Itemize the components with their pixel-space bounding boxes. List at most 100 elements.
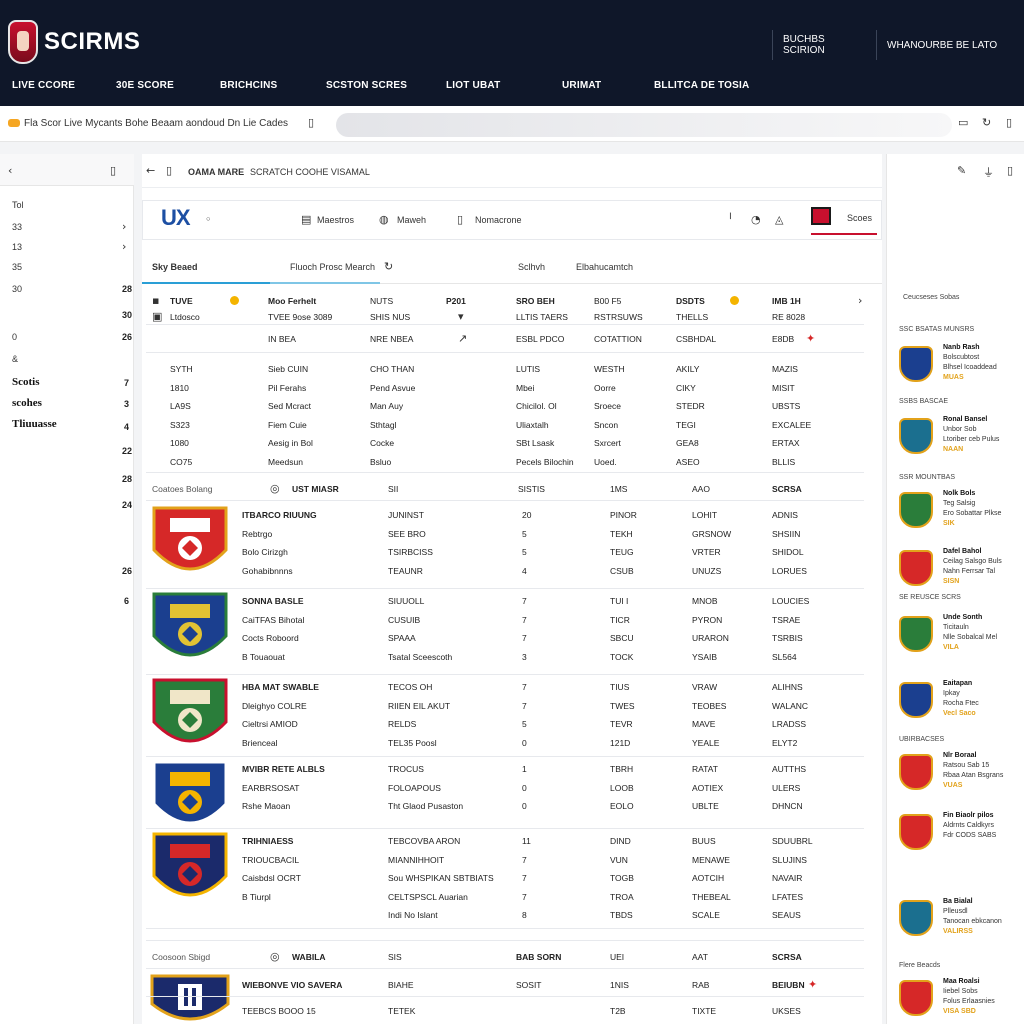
back-icon[interactable]: ←	[146, 164, 155, 177]
checkbox-icon[interactable]: ▪	[152, 294, 159, 307]
col-header[interactable]: DSDTS	[676, 296, 705, 306]
col-header[interactable]: TUVE	[170, 296, 193, 306]
section-header[interactable]: SISTIS	[518, 484, 545, 494]
toolbar-logo[interactable]: UX	[161, 205, 191, 231]
team-stat: 5	[522, 719, 527, 729]
team-stat: 7	[522, 614, 527, 625]
settings-icon[interactable]: ◦	[205, 213, 212, 226]
page-icon[interactable]: ▯	[110, 164, 116, 177]
chevron-right-icon[interactable]: ›	[122, 220, 126, 233]
team-stat: SDUUBRL	[772, 836, 813, 846]
left-label-scohes[interactable]: scohes	[12, 397, 42, 409]
sort-icon[interactable]: ▾	[458, 310, 464, 323]
top-link-left[interactable]: BUCHBS SCIRION	[772, 30, 868, 60]
page-icon[interactable]: ▯	[166, 164, 172, 177]
col-header[interactable]: SRO BEH	[516, 296, 555, 306]
team-name[interactable]: ITBARCO RIUUNG	[242, 510, 317, 520]
section-header[interactable]: UST MIASR	[292, 484, 339, 494]
left-num: &	[12, 354, 19, 364]
toolbar-score-label[interactable]: Scoes	[847, 213, 872, 223]
document-icon[interactable]: ▯	[457, 213, 463, 226]
right-list-item[interactable]: Nlr Boraal Ratsou Sab 15 Rbaa Atan Bsgrans…	[899, 750, 1023, 794]
col-header[interactable]: P201	[446, 296, 466, 306]
table-cell: CIKY	[676, 383, 696, 393]
brand-logo-icon[interactable]	[8, 20, 38, 64]
checkbox-icon[interactable]: ▣	[152, 310, 162, 323]
team-stat: JUNINST	[388, 510, 424, 520]
tab-sclhvh[interactable]: Sclhvh	[518, 262, 545, 272]
bookmark-icon[interactable]: ▯	[308, 116, 314, 129]
search-input[interactable]	[336, 113, 952, 137]
nav-item-bllitca[interactable]: BLLITCA DE TOSIA	[654, 80, 749, 91]
left-label-tliuuasse[interactable]: Tliuuasse	[12, 418, 57, 430]
chevron-right-icon[interactable]: ›	[858, 294, 862, 307]
toolbar-item-maweh[interactable]: Maweh	[397, 215, 426, 225]
pin-icon[interactable]: ╵	[727, 213, 734, 226]
section-header[interactable]: AAO	[692, 484, 710, 494]
section-header[interactable]: WABILA	[292, 952, 326, 962]
section-header[interactable]: SII	[388, 484, 398, 494]
settings-icon[interactable]: ◎	[270, 482, 280, 495]
back-icon[interactable]: ‹	[8, 164, 12, 177]
toolbar-item-maestros[interactable]: Maestros	[317, 215, 354, 225]
top-link-right[interactable]: WHANOURBE BE LATO	[876, 30, 1024, 60]
arrow-icon[interactable]: ↗	[458, 332, 467, 345]
chevron-right-icon[interactable]: ›	[122, 240, 126, 253]
team-stat: ALIHNS	[772, 682, 803, 692]
col-header[interactable]: IMB 1H	[772, 296, 801, 306]
team-name[interactable]: TRIHNIAESS	[242, 836, 293, 846]
right-caption: Flere Beacds	[899, 962, 941, 969]
nav-item-score[interactable]: 30E SCORE	[116, 80, 174, 91]
section-header[interactable]: SIS	[388, 952, 402, 962]
refresh-icon[interactable]: ↻	[982, 116, 991, 129]
nav-item-live-score[interactable]: LIVE CCORE	[12, 80, 75, 91]
col-header[interactable]: B00 F5	[594, 296, 621, 306]
tab-fluoch[interactable]: Fluoch Prosc Mearch	[290, 262, 375, 272]
table-cell: SYTH	[170, 364, 193, 374]
right-list-item[interactable]: Unde Sonth Ticitauln Nlle Sobalcal Mel VILA	[899, 612, 1023, 656]
team-stat: GRSNOW	[692, 528, 732, 539]
right-list-item[interactable]: Dafel Bahol Ceilag Salsgo Buls Nahn Ferrsa…	[899, 546, 1023, 590]
reader-icon[interactable]: ▯	[1006, 116, 1012, 129]
globe-icon[interactable]: ◍	[379, 213, 389, 226]
section-header[interactable]: BAB SORN	[516, 952, 561, 962]
table-icon[interactable]: ▤	[301, 213, 311, 226]
team-name[interactable]: WIEBONVE VIO SAVERA	[242, 980, 342, 990]
col-header[interactable]: Moo Ferhelt	[268, 296, 316, 306]
team-name[interactable]: HBA MAT SWABLE	[242, 682, 319, 692]
cell: IN BEA	[268, 334, 296, 344]
section-header[interactable]: UEI	[610, 952, 624, 962]
left-label-scotis[interactable]: Scotis	[12, 376, 40, 388]
right-list-item[interactable]: Fin Biaolr pilos Aldrnts Caldkyrs Fdr CODS…	[899, 810, 1023, 854]
section-header[interactable]: AAT	[692, 952, 708, 962]
user-icon[interactable]: ◔	[751, 213, 761, 226]
toolbar-item-nomacrone[interactable]: Nomacrone	[475, 215, 522, 225]
right-list-item[interactable]: Eaitapan Ipkay Rocha Ftec Vecl Saco	[899, 678, 1023, 722]
cell: 1NIS	[610, 980, 629, 990]
tab-elbahucamtch[interactable]: Elbahucamtch	[576, 262, 633, 272]
brand-name[interactable]: SCIRMS	[44, 28, 140, 56]
settings-icon[interactable]: ◎	[270, 950, 280, 963]
right-list-item[interactable]: Nanb Rash Bolscubtost Blhsel Icoaddead MUAS	[899, 342, 1023, 386]
right-list-item[interactable]: Ronal Bansel Unbor Sob Ltoriber ceb Pulus N…	[899, 414, 1023, 458]
section-header[interactable]: SCRSA	[772, 484, 802, 494]
section-header[interactable]: SCRSA	[772, 952, 802, 962]
pin-icon[interactable]: ⏚	[983, 164, 994, 180]
nav-item-list[interactable]: LIOT UBAT	[446, 80, 500, 91]
nav-item-urimat[interactable]: URIMAT	[562, 80, 601, 91]
nav-item-season-scores[interactable]: SCSTON SCRES	[326, 80, 407, 91]
tab-sky-beaed[interactable]: Sky Beaed	[152, 262, 198, 272]
bookmark-icon[interactable]: ▯	[1007, 164, 1013, 177]
nav-item-brichcins[interactable]: BRICHCINS	[220, 80, 277, 91]
right-list-item[interactable]: Ba Bialal Plleusdl Tanocan ebkcanon VALIRSS	[899, 896, 1023, 940]
alert-icon[interactable]: ◬	[775, 213, 783, 226]
share-icon[interactable]: ▭	[958, 116, 968, 129]
refresh-icon[interactable]: ↻	[384, 260, 393, 273]
col-header[interactable]: NUTS	[370, 296, 393, 306]
team-name[interactable]: SONNA BASLE	[242, 596, 304, 606]
team-name[interactable]: MVIBR RETE ALBLS	[242, 764, 325, 774]
section-header[interactable]: 1MS	[610, 484, 627, 494]
right-list-item[interactable]: Maa Roalsi Iiebel Sobs Folus Erlaasnies VIS…	[899, 976, 1023, 1020]
edit-icon[interactable]: ✎	[957, 164, 966, 177]
right-list-item[interactable]: Nolk Bols Teg Salsig Ero Sobattar Plkse SIK	[899, 488, 1023, 532]
